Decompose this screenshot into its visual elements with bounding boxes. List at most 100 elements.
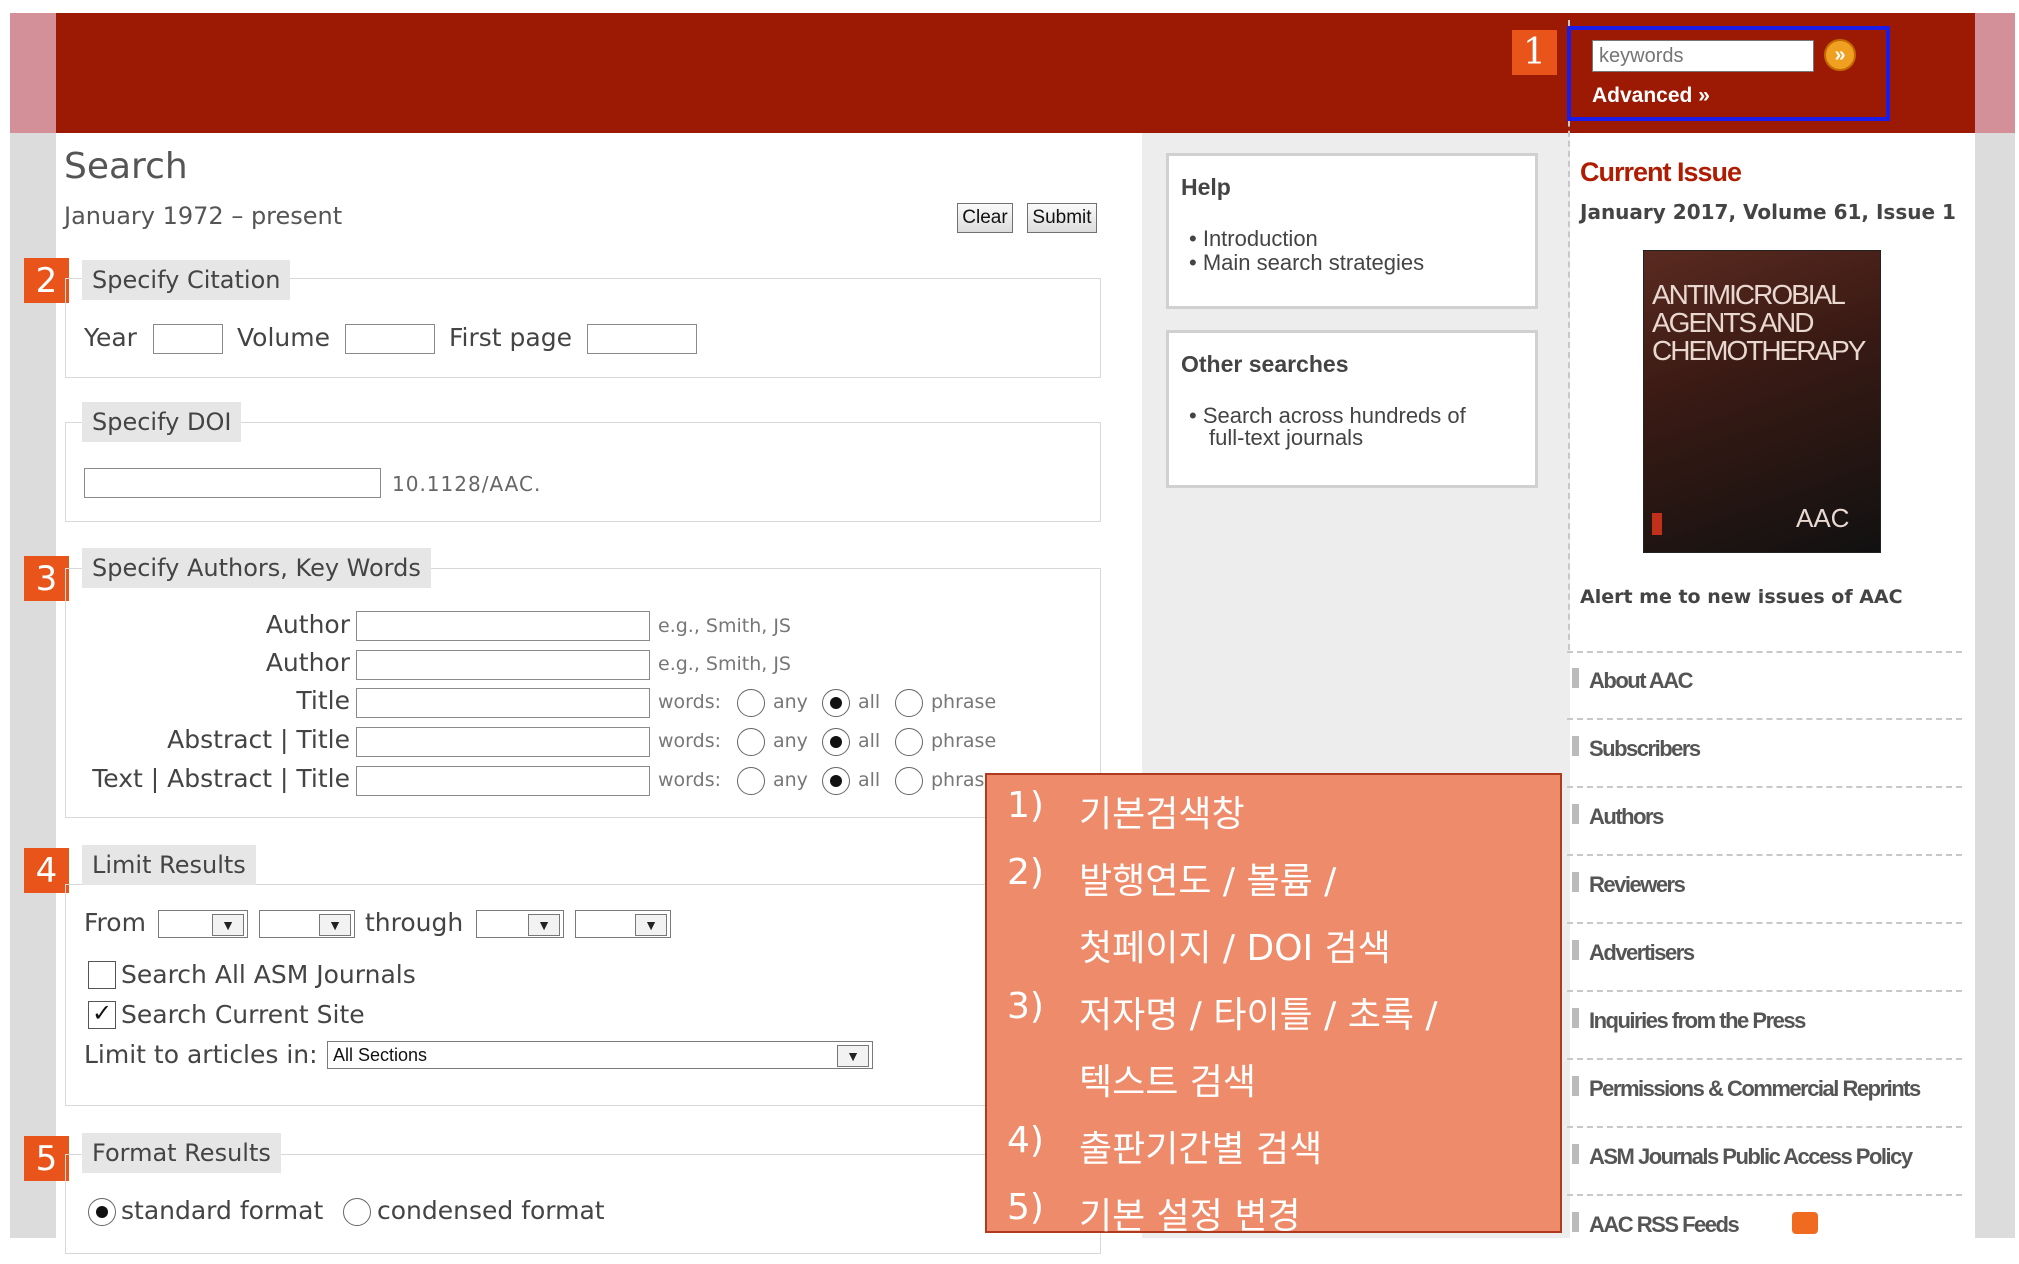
bullet-bar (1572, 804, 1579, 824)
other-searches-title: Other searches (1181, 351, 1349, 377)
sidebar-link-label: AAC RSS Feeds (1589, 1212, 1740, 1237)
bullet-bar (1572, 1008, 1579, 1028)
clear-button[interactable]: Clear (957, 203, 1013, 233)
search-all-asm-label: Search All ASM Journals (121, 960, 416, 989)
submit-button[interactable]: Submit (1027, 203, 1097, 233)
from-year-select[interactable]: ▼ (259, 910, 355, 938)
page-title: Search (64, 146, 188, 187)
sidebar-link-label: Advertisers (1589, 940, 1695, 965)
bullet-bar (1572, 668, 1579, 688)
from-label: From (84, 908, 146, 937)
annotation-num-1: 1) (1007, 785, 1044, 826)
author-1-label: Author (265, 610, 350, 639)
text-all-radio[interactable] (822, 767, 850, 795)
annotation-num-5: 5) (1007, 1187, 1044, 1228)
from-month-select[interactable]: ▼ (158, 910, 248, 938)
other-search-link-line2[interactable]: full-text journals (1209, 425, 1363, 451)
format-legend: Format Results (82, 1133, 281, 1173)
annotation-num-4: 4) (1007, 1120, 1044, 1161)
advanced-search-link[interactable]: Advanced » (1592, 84, 1710, 108)
sidebar-link-label: ASM Journals Public Access Policy (1589, 1144, 1913, 1169)
help-link-introduction[interactable]: Introduction (1203, 226, 1318, 251)
right-page-gutter (1975, 133, 2015, 1238)
text-abstract-title-words-label: words: (658, 769, 722, 791)
chevron-down-icon: ▼ (319, 914, 351, 936)
sidebar-link-label: Authors (1589, 804, 1664, 829)
current-issue-date: January 2017, Volume 61, Issue 1 (1580, 200, 1956, 224)
annotation-text-3b: 텍스트 검색 (1079, 1062, 1257, 1103)
abstract-title-words-label: words: (658, 730, 722, 752)
sidebar-link-about[interactable]: About AAC (1567, 652, 1962, 720)
sidebar-link-rss[interactable]: AAC RSS Feeds (1567, 1196, 1962, 1264)
abstract-title-all-radio[interactable] (822, 728, 850, 756)
through-year-select[interactable]: ▼ (575, 910, 671, 938)
abstract-title-all-label: all (858, 730, 881, 752)
chevron-down-icon: ▼ (212, 914, 244, 936)
sidebar-link-advertisers[interactable]: Advertisers (1567, 924, 1962, 992)
sidebar-link-press[interactable]: Inquiries from the Press (1567, 992, 1962, 1060)
doi-field[interactable] (84, 468, 381, 498)
condensed-format-radio[interactable] (343, 1198, 371, 1226)
annotation-text-1: 기본검색창 (1079, 794, 1245, 835)
annotation-text-2b: 첫페이지 / DOI 검색 (1079, 928, 1391, 969)
bullet-bar (1572, 736, 1579, 756)
abstract-title-phrase-label: phrase (931, 730, 997, 752)
year-field[interactable] (153, 324, 223, 354)
sidebar-link-reviewers[interactable]: Reviewers (1567, 856, 1962, 924)
author-1-field[interactable] (356, 611, 650, 641)
marker-5: 5 (24, 1136, 69, 1181)
go-arrow-icon[interactable]: » (1824, 39, 1856, 71)
abstract-title-any-radio[interactable] (737, 728, 765, 756)
text-abstract-title-field[interactable] (356, 766, 650, 796)
abstract-title-phrase-radio[interactable] (895, 728, 923, 756)
current-issue-heading[interactable]: Current Issue (1580, 157, 1742, 188)
journal-cover-image[interactable]: ANTIMICROBIAL AGENTS AND CHEMOTHERAPY AA… (1643, 250, 1881, 553)
search-current-site-label: Search Current Site (121, 1000, 365, 1029)
text-any-radio[interactable] (737, 767, 765, 795)
author-2-label: Author (265, 648, 350, 677)
keywords-input[interactable] (1592, 40, 1814, 72)
asm-logo-icon (1652, 513, 1662, 535)
annotation-text-3: 저자명 / 타이틀 / 초록 / (1079, 995, 1438, 1036)
sidebar-link-permissions[interactable]: Permissions & Commercial Reprints (1567, 1060, 1962, 1128)
cover-title-line-1: ANTIMICROBIAL (1652, 279, 1846, 310)
alert-link[interactable]: Alert me to new issues of AAC (1580, 586, 1903, 608)
help-bullet-1: • Introduction (1189, 226, 1318, 251)
title-any-radio[interactable] (737, 689, 765, 717)
title-all-radio[interactable] (822, 689, 850, 717)
sidebar-link-authors[interactable]: Authors (1567, 788, 1962, 856)
search-current-site-checkbox[interactable]: ✓ (88, 1001, 116, 1029)
right-margin-strip (1975, 13, 2015, 133)
search-all-asm-checkbox[interactable] (88, 961, 116, 989)
citation-legend: Specify Citation (82, 260, 291, 300)
annotation-text-4: 출판기간별 검색 (1079, 1129, 1323, 1170)
help-bullet-2: • Main search strategies (1189, 250, 1425, 275)
chevron-down-icon: ▼ (528, 914, 560, 936)
limit-to-label: Limit to articles in: (84, 1040, 318, 1069)
section-select[interactable]: All Sections ▼ (327, 1041, 873, 1069)
volume-label: Volume (237, 323, 330, 352)
sidebar-link-label: Subscribers (1589, 736, 1701, 761)
through-month-select[interactable]: ▼ (476, 910, 564, 938)
standard-format-radio[interactable] (88, 1198, 116, 1226)
section-select-value: All Sections (333, 1045, 428, 1065)
chevron-down-icon: ▼ (837, 1045, 869, 1067)
text-phrase-label: phras (931, 769, 985, 791)
author-2-field[interactable] (356, 650, 650, 680)
first-page-field[interactable] (587, 324, 697, 354)
title-field[interactable] (356, 688, 650, 718)
chevron-down-icon: ▼ (635, 914, 667, 936)
volume-field[interactable] (345, 324, 435, 354)
help-link-strategies[interactable]: Main search strategies (1203, 250, 1424, 275)
abstract-title-field[interactable] (356, 727, 650, 757)
text-all-label: all (858, 769, 881, 791)
doi-prefix: 10.1128/AAC. (392, 472, 542, 496)
text-phrase-radio[interactable] (895, 767, 923, 795)
title-phrase-radio[interactable] (895, 689, 923, 717)
title-words-label: words: (658, 691, 722, 713)
sidebar-link-access-policy[interactable]: ASM Journals Public Access Policy (1567, 1128, 1962, 1196)
sidebar-link-subscribers[interactable]: Subscribers (1567, 720, 1962, 788)
sidebar-link-label: Inquiries from the Press (1589, 1008, 1806, 1033)
author-2-hint: e.g., Smith, JS (658, 653, 791, 675)
annotation-legend-box: 1) 기본검색창 2) 발행연도 / 볼륨 / 첫페이지 / DOI 검색 3)… (985, 773, 1562, 1237)
